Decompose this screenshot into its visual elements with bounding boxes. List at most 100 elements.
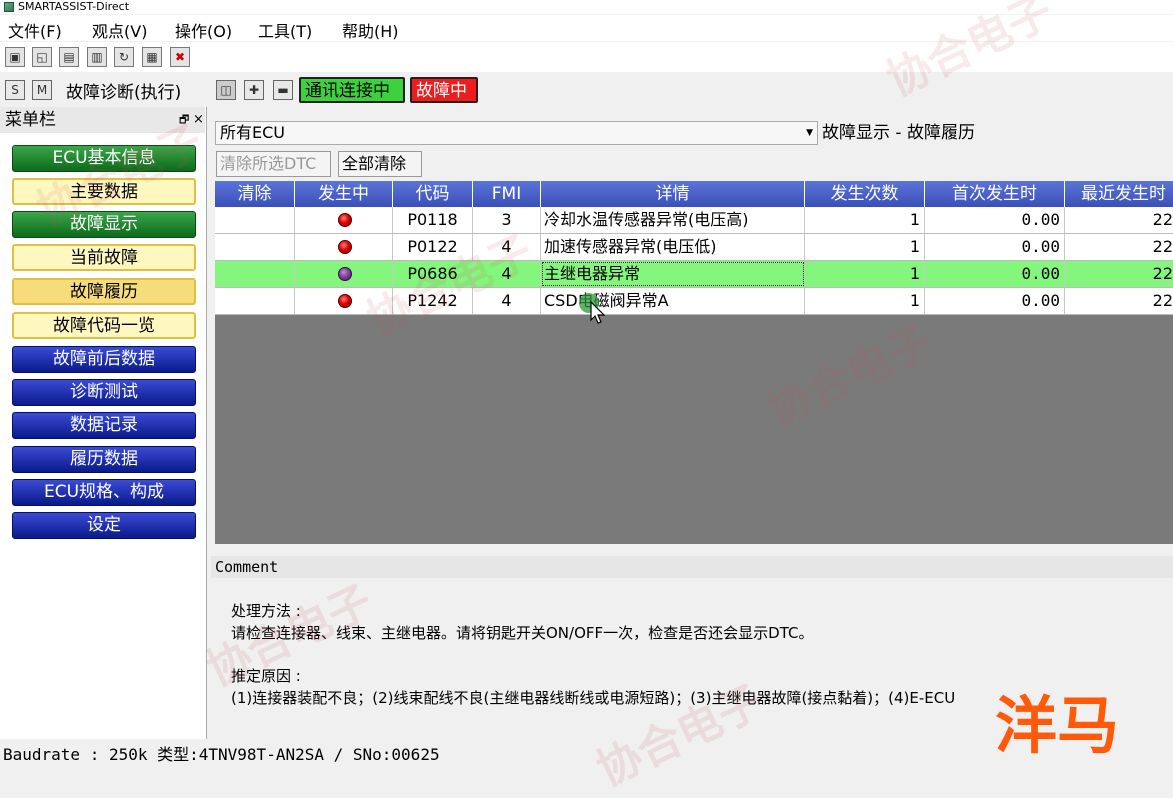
mouse-cursor-icon	[579, 293, 606, 324]
sidebar-item-fault-history[interactable]: 故障履历	[12, 278, 196, 305]
active-cell	[295, 234, 393, 260]
menu-operation[interactable]: 操作(O)	[175, 18, 232, 42]
status-dot-icon	[338, 213, 352, 227]
last-cell: 22	[1152, 264, 1173, 283]
active-cell	[295, 288, 393, 314]
count-cell: 1	[805, 288, 925, 314]
fmi-cell: 3	[473, 207, 541, 233]
s-mode-icon[interactable]: S	[5, 80, 25, 100]
grid-icon[interactable]: ▦	[142, 47, 162, 67]
diagnosis-toolbar: S M 故障诊断(执行) ◫ ✚ ▬ 通讯连接中 故障中	[0, 74, 1173, 106]
sidebar-item-settings[interactable]: 设定	[12, 512, 196, 539]
corner-watermark: 洋马	[995, 689, 1120, 762]
menu-tools[interactable]: 工具(T)	[258, 18, 312, 42]
refresh-icon[interactable]: ↻	[114, 47, 134, 67]
ecu-select[interactable]: 所有ECU ▼	[215, 121, 818, 145]
col-header-count[interactable]: 发生次数	[805, 181, 925, 207]
fault-status-badge: 故障中	[410, 77, 478, 103]
first-cell: 0.00	[925, 288, 1065, 314]
sidebar-item-diag-test[interactable]: 诊断测试	[12, 379, 196, 406]
icon-toolbar: ▣ ◱ ▤ ▥ ↻ ▦ ✖	[0, 42, 1173, 72]
sidebar-item-ecu-info[interactable]: ECU基本信息	[12, 145, 196, 172]
save-icon[interactable]: ▤	[59, 47, 79, 67]
pin-icon[interactable]: 🗗	[179, 107, 189, 133]
sidebar-title: 菜单栏	[5, 110, 56, 130]
clear-cell[interactable]	[215, 288, 295, 314]
sidebar-item-fault-display[interactable]: 故障显示	[12, 211, 196, 238]
table-row[interactable]: P0122 4 加速传感器异常(电压低) 1 0.00 22	[215, 234, 1173, 261]
app-icon	[4, 2, 14, 12]
menubar: 文件(F) 观点(V) 操作(O) 工具(T) 帮助(H)	[0, 15, 1173, 41]
menu-help[interactable]: 帮助(H)	[342, 18, 399, 42]
ecu-select-value: 所有ECU	[220, 123, 285, 142]
col-header-clear[interactable]: 清除	[215, 181, 295, 207]
sidebar-item-history-data[interactable]: 履历数据	[12, 446, 196, 473]
table-row-selected[interactable]: P0686 4 主继电器异常 1 0.00 22	[215, 261, 1173, 288]
cause-text: (1)连接器装配不良；(2)线束配线不良(主继电器线断线或电源短路)；(3)主继…	[231, 689, 956, 707]
clear-all-button[interactable]: 全部清除	[338, 151, 422, 177]
count-cell: 1	[805, 234, 925, 260]
sidebar-item-freeze-frame[interactable]: 故障前后数据	[12, 346, 196, 373]
title-bar: SMARTASSIST-Direct	[0, 0, 1173, 14]
fmi-cell: 4	[473, 234, 541, 260]
code-cell: P0686	[393, 261, 473, 287]
detail-cell: 主继电器异常	[541, 261, 805, 287]
status-dot-icon	[338, 294, 352, 308]
detail-cell: 冷却水温传感器异常(电压高)	[541, 207, 805, 233]
detail-cell: 加速传感器异常(电压低)	[541, 234, 805, 260]
sidebar-item-data-log[interactable]: 数据记录	[12, 412, 196, 439]
code-cell: P0122	[393, 234, 473, 260]
col-header-fmi[interactable]: FMI	[473, 181, 541, 207]
last-cell: 22	[1152, 237, 1173, 256]
clear-cell[interactable]	[215, 261, 295, 287]
sidebar-item-current-fault[interactable]: 当前故障	[12, 244, 196, 271]
col-header-first[interactable]: 首次发生时	[925, 181, 1065, 207]
col-header-active[interactable]: 发生中	[295, 181, 393, 207]
active-cell	[295, 207, 393, 233]
sidebar-item-fault-code-list[interactable]: 故障代码一览	[12, 312, 196, 339]
m-mode-icon[interactable]: M	[32, 80, 52, 100]
breadcrumb: 故障显示 - 故障履历	[822, 123, 975, 143]
sidebar-item-main-data[interactable]: 主要数据	[12, 178, 196, 205]
last-cell: 22	[1152, 291, 1173, 310]
collapse-icon[interactable]: ▬	[273, 80, 293, 100]
clear-cell[interactable]	[215, 207, 295, 233]
sidebar: 菜单栏 🗗 × ECU基本信息 主要数据 故障显示 当前故障 故障履历 故障代码…	[0, 107, 207, 739]
table-row[interactable]: P1242 4 CSD电磁阀异常A 1 0.00 22	[215, 288, 1173, 315]
restore-icon[interactable]: ◱	[32, 47, 52, 67]
diagnosis-title: 故障诊断(执行)	[66, 83, 182, 103]
comment-header: Comment	[211, 556, 1173, 578]
window-title: SMARTASSIST-Direct	[18, 0, 130, 13]
dropdown-arrow-icon[interactable]: ▼	[806, 122, 813, 144]
status-dot-icon	[338, 240, 352, 254]
delete-grid-icon[interactable]: ✖	[170, 47, 190, 67]
close-icon[interactable]: ×	[193, 107, 204, 133]
dtc-table: 清除 发生中 代码 FMI 详情 发生次数 首次发生时 最近发生时 P0118 …	[215, 181, 1173, 544]
fmi-cell: 4	[473, 261, 541, 287]
active-cell	[295, 261, 393, 287]
expand-icon[interactable]: ✚	[244, 80, 264, 100]
col-header-last[interactable]: 最近发生时	[1065, 181, 1173, 207]
col-header-detail[interactable]: 详情	[541, 181, 805, 207]
sidebar-item-ecu-spec[interactable]: ECU规格、构成	[12, 479, 196, 506]
code-cell: P0118	[393, 207, 473, 233]
code-cell: P1242	[393, 288, 473, 314]
fmi-cell: 4	[473, 288, 541, 314]
copy-icon[interactable]: ▥	[87, 47, 107, 67]
table-row[interactable]: P0118 3 冷却水温传感器异常(电压高) 1 0.00 22	[215, 207, 1173, 234]
menu-file[interactable]: 文件(F)	[8, 18, 62, 42]
method-text: 请检查连接器、线束、主继电器。请将钥匙开关ON/OFF一次，检查是否还会显示DT…	[231, 624, 814, 642]
last-cell: 22	[1152, 210, 1173, 229]
clear-selected-dtc-button[interactable]: 清除所选DTC	[216, 151, 331, 177]
cause-title: 推定原因 :	[231, 667, 301, 685]
window-mode-icon[interactable]: ◫	[216, 80, 236, 100]
status-dot-icon	[338, 267, 352, 281]
clear-cell[interactable]	[215, 234, 295, 260]
menu-view[interactable]: 观点(V)	[92, 18, 147, 42]
comm-status-badge: 通讯连接中	[299, 77, 405, 103]
col-header-code[interactable]: 代码	[393, 181, 473, 207]
window-icon[interactable]: ▣	[5, 47, 25, 67]
first-cell: 0.00	[925, 207, 1065, 233]
method-title: 处理方法 :	[231, 602, 301, 620]
count-cell: 1	[805, 207, 925, 233]
